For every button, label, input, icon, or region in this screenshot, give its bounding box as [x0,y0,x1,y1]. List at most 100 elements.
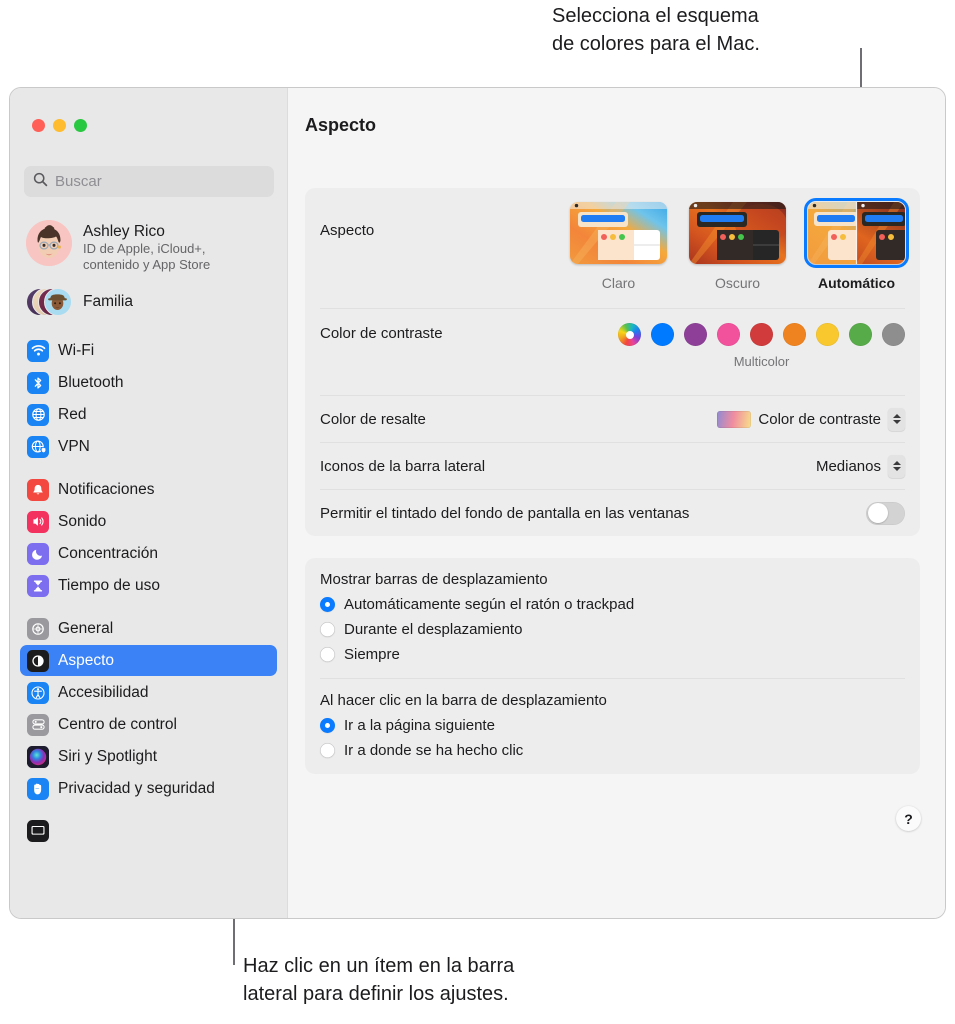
bluetooth-icon [27,371,49,394]
sidebar-item-label: Wi-Fi [58,341,95,359]
sidebar-item-label: Siri y Spotlight [58,747,158,765]
accent-swatch-verde[interactable] [849,323,872,346]
family-label: Familia [83,293,133,310]
radio-option-auto[interactable]: Automáticamente según el ratón o trackpa… [320,592,905,617]
radio-option-always[interactable]: Siempre [320,642,905,667]
theme-caption: Oscuro [714,275,761,291]
accent-swatch-amarillo[interactable] [816,323,839,346]
accent-swatch-rojo[interactable] [750,323,773,346]
theme-option-dark[interactable]: Oscuro [689,202,786,291]
accent-swatch-rosa[interactable] [717,323,740,346]
avatar [26,220,72,266]
bell-icon [27,478,49,501]
sidebar-item-tiempo-de-uso[interactable]: Tiempo de uso [20,570,277,601]
search-input[interactable] [55,173,255,190]
accent-swatch-morado[interactable] [684,323,707,346]
theme-option-auto[interactable]: Automático [803,197,910,291]
sidebar-item-bluetooth[interactable]: Bluetooth [20,367,277,398]
highlight-color-value: Color de contraste [758,410,881,428]
siri-icon [27,745,49,768]
theme-thumbnail-dark [689,202,786,264]
sidebar-icon-size-popup[interactable]: Medianos [815,454,905,478]
sidebar-item-apple-id[interactable]: Ashley Rico ID de Apple, iCloud+, conten… [20,214,277,279]
chevron-updown-icon[interactable] [888,454,905,478]
sidebar-item-centro-de-control[interactable]: Centro de control [20,709,277,740]
sidebar-icon-size-label: Iconos de la barra lateral [320,457,486,475]
radio-button[interactable] [320,647,335,662]
account-subtitle: ID de Apple, iCloud+, contenido y App St… [83,241,211,272]
callout-bottom-text: Haz clic en un ítem en la barra lateral … [243,955,515,1005]
appearance-theme-chooser: Claro Oscuro Automático [570,197,910,291]
sidebar-icon-size-row: Iconos de la barra lateral Medianos [320,443,905,490]
accent-swatch-azul[interactable] [651,323,674,346]
sidebar-item-concentracion[interactable]: Concentración [20,538,277,569]
control-center-icon [27,713,49,736]
system-settings-window: Ashley Rico ID de Apple, iCloud+, conten… [9,87,946,919]
family-avatars [26,286,72,318]
minimize-button[interactable] [53,119,66,132]
radio-option-next-page[interactable]: Ir a la página siguiente [320,713,905,738]
wifi-icon [27,339,49,362]
sidebar-item-sonido[interactable]: Sonido [20,506,277,537]
highlight-color-label: Color de resalte [320,410,426,428]
sidebar-item-accesibilidad[interactable]: Accesibilidad [20,677,277,708]
close-button[interactable] [32,119,45,132]
radio-option-while-scrolling[interactable]: Durante el desplazamiento [320,617,905,642]
accent-color-label: Color de contraste [320,325,443,342]
sidebar-item-general[interactable]: General [20,613,277,644]
sidebar-scroll-area[interactable]: Ashley Rico ID de Apple, iCloud+, conten… [10,214,287,918]
hourglass-icon [27,574,49,597]
detail-pane: Aspecto Aspecto Claro Oscuro Automático … [288,88,945,918]
radio-option-jump-to-click[interactable]: Ir a donde se ha hecho clic [320,738,905,763]
accent-swatch-naranja[interactable] [783,323,806,346]
sidebar-icon-size-value: Medianos [815,457,881,475]
desktop-icon [27,819,49,842]
radio-button[interactable] [320,718,335,733]
appearance-card: Aspecto Claro Oscuro Automático Color de… [305,188,920,536]
sidebar-item-label: Notificaciones [58,480,155,498]
chevron-updown-icon[interactable] [888,407,905,431]
accent-color-row: Color de contraste Multicolor [320,309,905,396]
accent-color-chooser: Multicolor [618,323,905,369]
search-icon [33,172,48,192]
page-title: Aspecto [305,115,377,135]
sidebar-item-label: Bluetooth [58,373,124,391]
sidebar-group-alerts: Notificaciones Sonido Concentración Tiem… [10,474,287,601]
sidebar-item-partial[interactable] [20,815,277,846]
speaker-icon [27,510,49,533]
sidebar-item-vpn[interactable]: VPN [20,431,277,462]
sidebar-item-family[interactable]: Familia [20,281,277,323]
scrollbars-card: Mostrar barras de desplazamiento Automát… [305,558,920,774]
search-field[interactable] [24,166,274,197]
highlight-color-chip [717,410,752,428]
sidebar-item-red[interactable]: Red [20,399,277,430]
wallpaper-tint-toggle[interactable] [866,501,905,525]
help-button[interactable]: ? [896,806,921,831]
sidebar-item-notificaciones[interactable]: Notificaciones [20,474,277,505]
radio-button[interactable] [320,597,335,612]
accent-swatch-multicolor[interactable] [618,323,641,346]
sidebar-item-label: Sonido [58,512,107,530]
radio-button[interactable] [320,743,335,758]
account-name: Ashley Rico [83,223,165,240]
accent-swatch-grafito[interactable] [882,323,905,346]
sidebar-item-aspecto[interactable]: Aspecto [20,645,277,676]
theme-option-light[interactable]: Claro [570,202,667,291]
scrollbar-click-title: Al hacer clic en la barra de desplazamie… [320,692,607,709]
zoom-button[interactable] [74,119,87,132]
settings-groups: Aspecto Claro Oscuro Automático Color de… [305,188,920,796]
moon-icon [27,542,49,565]
highlight-color-row: Color de resalte Color de contraste [320,396,905,443]
appearance-icon [27,649,49,672]
theme-caption: Claro [601,275,636,291]
accent-swatch-list [618,323,905,346]
show-scrollbars-block: Mostrar barras de desplazamiento Automát… [320,558,905,679]
sidebar-item-wi-fi[interactable]: Wi-Fi [20,335,277,366]
sidebar-item-label: Centro de control [58,715,177,733]
highlight-color-popup[interactable]: Color de contraste [717,407,905,431]
radio-label: Ir a la página siguiente [344,717,495,734]
sidebar-item-privacidad-y-seguridad[interactable]: Privacidad y seguridad [20,773,277,804]
sidebar-item-siri-y-spotlight[interactable]: Siri y Spotlight [20,741,277,772]
wallpaper-tint-toggle-wrap [866,501,905,525]
radio-button[interactable] [320,622,335,637]
